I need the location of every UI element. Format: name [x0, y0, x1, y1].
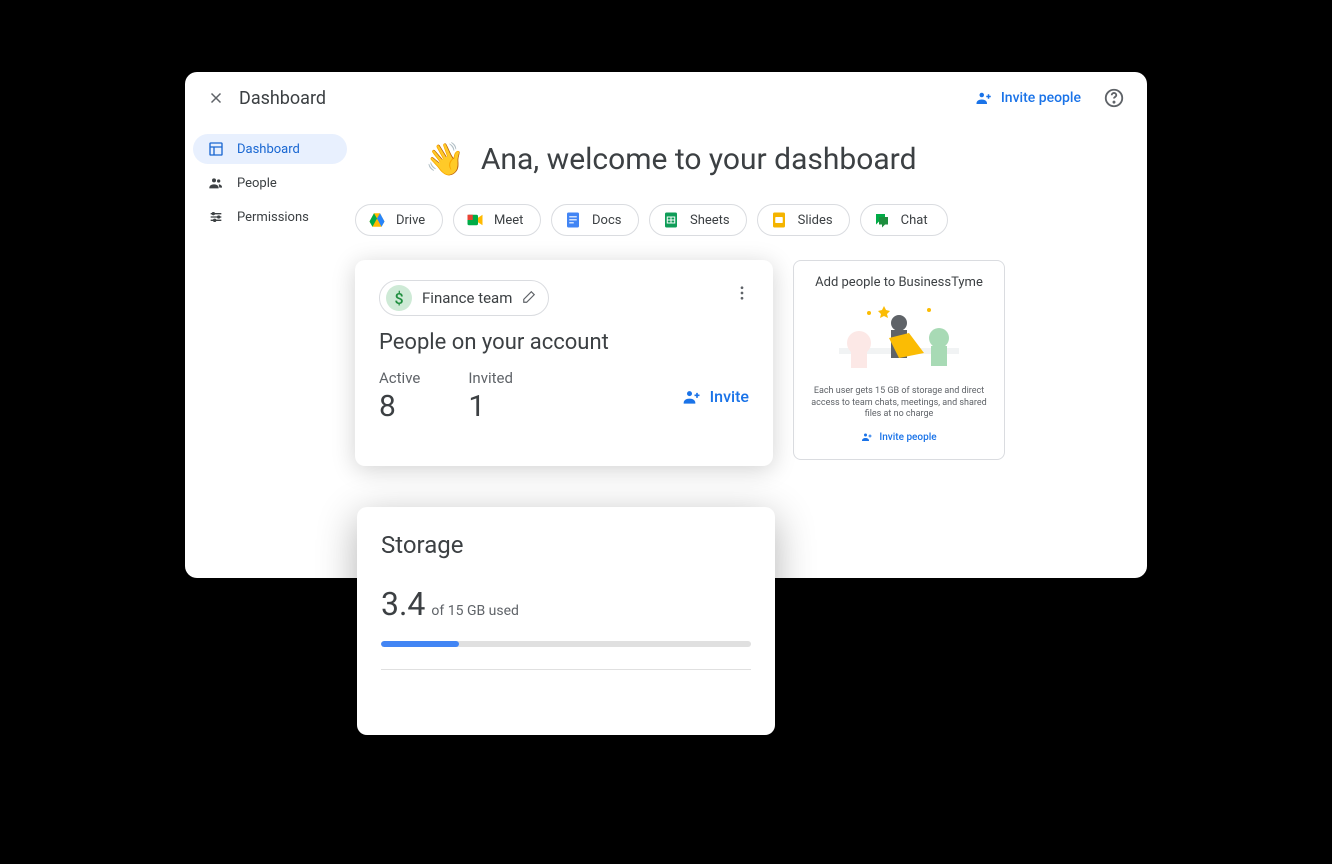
slides-icon	[770, 211, 788, 229]
more-icon[interactable]	[733, 284, 751, 302]
permissions-icon	[207, 208, 225, 226]
chip-label: Slides	[798, 213, 833, 228]
wave-emoji-icon: 👋	[425, 140, 465, 178]
storage-usage: 3.4 of 15 GB used	[381, 585, 751, 623]
help-icon[interactable]	[1103, 87, 1125, 109]
team-chip[interactable]: $ Finance team	[379, 280, 549, 316]
divider	[381, 669, 751, 670]
promo-card: Add people to BusinessTyme	[793, 260, 1005, 460]
chip-chat[interactable]: Chat	[860, 204, 948, 236]
sidebar-item-label: People	[237, 176, 277, 191]
sidebar-item-people[interactable]: People	[193, 168, 347, 198]
sidebar-item-label: Permissions	[237, 210, 309, 225]
docs-icon	[564, 211, 582, 229]
invite-button-label: Invite	[710, 387, 749, 406]
close-icon[interactable]	[207, 89, 225, 107]
person-add-icon	[975, 89, 993, 107]
active-count: 8	[379, 389, 420, 424]
meet-icon	[466, 211, 484, 229]
promo-invite-link[interactable]: Invite people	[861, 431, 936, 443]
stats-row: Active 8 Invited 1 Invite	[379, 369, 749, 424]
content-row: $ Finance team People on your account Ac…	[355, 260, 1127, 466]
invited-label: Invited	[468, 369, 513, 387]
invite-button[interactable]: Invite	[682, 387, 749, 407]
invite-people-link[interactable]: Invite people	[975, 89, 1081, 107]
promo-illustration	[829, 298, 969, 378]
people-card-title: People on your account	[379, 330, 749, 355]
promo-title: Add people to BusinessTyme	[804, 275, 994, 290]
storage-title: Storage	[381, 531, 751, 559]
person-add-icon	[682, 387, 702, 407]
topbar: Dashboard Invite people	[185, 72, 1147, 124]
invite-people-label: Invite people	[1001, 90, 1081, 106]
sidebar-item-label: Dashboard	[237, 142, 300, 157]
storage-progress-fill	[381, 641, 459, 647]
team-name: Finance team	[422, 289, 512, 307]
chip-label: Meet	[494, 213, 523, 228]
page-title: Dashboard	[239, 88, 975, 109]
invited-count: 1	[468, 389, 513, 424]
chip-label: Chat	[901, 213, 928, 228]
invited-stat: Invited 1	[468, 369, 513, 424]
sheets-icon	[662, 211, 680, 229]
app-chips: Drive Meet Docs	[355, 204, 1127, 236]
drive-icon	[368, 211, 386, 229]
active-label: Active	[379, 369, 420, 387]
storage-used-value: 3.4	[381, 585, 425, 623]
promo-link-label: Invite people	[879, 432, 936, 443]
people-icon	[207, 174, 225, 192]
storage-card: Storage 3.4 of 15 GB used	[357, 507, 775, 735]
edit-icon[interactable]	[522, 290, 538, 306]
chip-label: Docs	[592, 213, 621, 228]
dashboard-window: Dashboard Invite people Dashboard Pe	[185, 72, 1147, 578]
sidebar-item-permissions[interactable]: Permissions	[193, 202, 347, 232]
storage-total-label: of 15 GB used	[431, 603, 519, 619]
chat-icon	[873, 211, 891, 229]
dashboard-icon	[207, 140, 225, 158]
active-stat: Active 8	[379, 369, 420, 424]
sidebar: Dashboard People Permissions	[185, 124, 355, 578]
chip-sheets[interactable]: Sheets	[649, 204, 747, 236]
welcome-row: 👋 Ana, welcome to your dashboard	[425, 140, 1127, 178]
dollar-icon: $	[386, 285, 412, 311]
chip-label: Sheets	[690, 213, 730, 228]
promo-description: Each user gets 15 GB of storage and dire…	[804, 386, 994, 421]
chip-docs[interactable]: Docs	[551, 204, 639, 236]
chip-meet[interactable]: Meet	[453, 204, 541, 236]
person-add-icon	[861, 431, 873, 443]
welcome-text: Ana, welcome to your dashboard	[481, 142, 917, 177]
people-card: $ Finance team People on your account Ac…	[355, 260, 773, 466]
sidebar-item-dashboard[interactable]: Dashboard	[193, 134, 347, 164]
chip-slides[interactable]: Slides	[757, 204, 850, 236]
storage-progress-bar	[381, 641, 751, 647]
chip-drive[interactable]: Drive	[355, 204, 443, 236]
chip-label: Drive	[396, 213, 425, 228]
